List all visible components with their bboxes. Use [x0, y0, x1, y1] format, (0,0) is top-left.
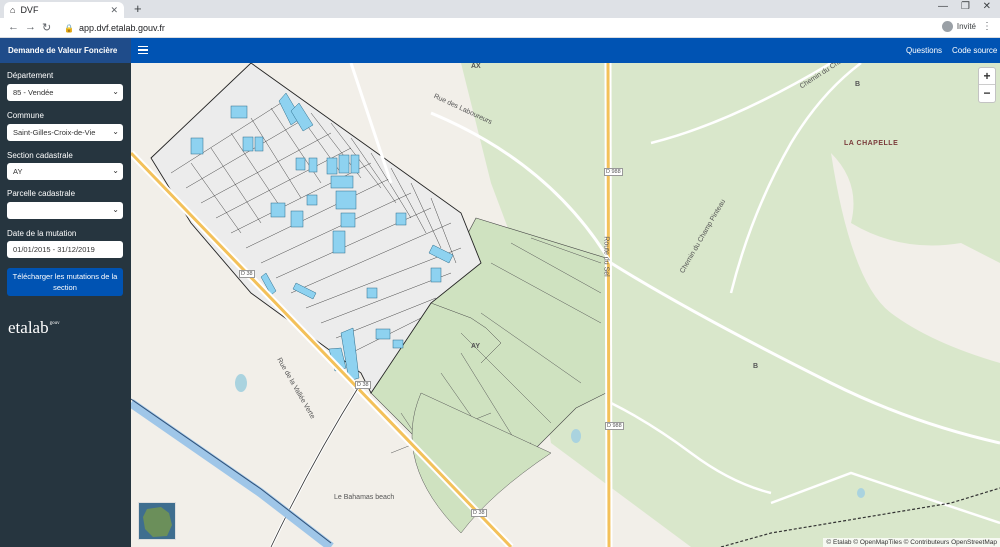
road-shield-d38-left: D 38 — [239, 270, 255, 278]
commune-select[interactable]: Saint-Gilles-Croix-de-Vie ⌄ — [7, 124, 123, 141]
restore-icon[interactable]: ❐ — [961, 1, 970, 12]
date-range-field[interactable]: 01/01/2015 - 31/12/2019 — [7, 241, 123, 258]
new-tab-button[interactable]: + — [134, 2, 142, 16]
date-label: Date de la mutation — [7, 229, 77, 238]
lock-icon: 🔒 — [64, 23, 74, 33]
url-field[interactable]: 🔒 app.dvf.etalab.gouv.fr — [58, 20, 928, 36]
section-label: Section cadastrale — [7, 151, 73, 160]
app-header: Demande de Valeur Foncière Questions Cod… — [0, 38, 1000, 63]
map-tiles — [131, 63, 1000, 547]
zoom-control: + − — [978, 67, 996, 103]
chevron-down-icon: ⌄ — [112, 127, 119, 136]
road-shield-d988-top: D 988 — [604, 168, 623, 176]
profile-button[interactable]: Invité — [941, 21, 976, 32]
commune-label: Commune — [7, 111, 44, 120]
place-label-la-chapelle: LA CHAPELLE — [844, 140, 899, 147]
map-canvas[interactable]: AX AY B B LA CHAPELLE D 988 D 988 D 38 D… — [131, 63, 1000, 547]
road-shield-d38-mid: D 38 — [355, 381, 371, 389]
section-select[interactable]: AY ⌄ — [7, 163, 123, 180]
close-icon[interactable]: ✕ — [110, 5, 118, 16]
forward-icon[interactable]: → — [25, 21, 36, 33]
parcelle-label: Parcelle cadastrale — [7, 189, 76, 198]
section-label-b-top: B — [855, 81, 861, 88]
brand-title[interactable]: Demande de Valeur Foncière — [0, 38, 131, 63]
section-label-ay: AY — [471, 343, 481, 350]
browser-tab[interactable]: ⌂ DVF ✕ — [4, 2, 124, 18]
window-close-icon[interactable]: ✕ — [983, 1, 991, 12]
poi-label-bahamas: Le Bahamas beach — [334, 494, 395, 501]
sidebar: Département 85 - Vendée ⌄ Commune Saint-… — [0, 63, 131, 547]
departement-select[interactable]: 85 - Vendée ⌄ — [7, 84, 123, 101]
section-value: AY — [13, 167, 23, 176]
departement-label: Département — [7, 71, 54, 80]
chevron-down-icon: ⌄ — [112, 205, 119, 214]
departement-value: 85 - Vendée — [13, 88, 54, 97]
url-text: app.dvf.etalab.gouv.fr — [78, 23, 165, 33]
back-icon[interactable]: ← — [8, 21, 19, 33]
profile-label: Invité — [956, 22, 976, 31]
zoom-in-button[interactable]: + — [979, 68, 995, 85]
minimize-icon[interactable]: — — [938, 1, 948, 12]
home-icon: ⌂ — [10, 5, 16, 15]
road-label-route-sel: Route du Sel — [602, 236, 610, 277]
source-code-link[interactable]: Code source — [952, 38, 997, 63]
road-shield-d988-bottom: D 988 — [605, 422, 624, 430]
minimap-thumbnail[interactable] — [138, 502, 176, 540]
chevron-down-icon: ⌄ — [112, 87, 119, 96]
map-attribution[interactable]: © Etalab © OpenMapTiles © Contributeurs … — [823, 538, 1000, 547]
address-bar: ← → ↻ 🔒 app.dvf.etalab.gouv.fr Invité ⋮ — [0, 18, 1000, 38]
section-label-b-mid: B — [753, 363, 759, 370]
hamburger-menu-icon[interactable] — [138, 44, 148, 56]
road-shield-d38-bottom: D 38 — [471, 509, 487, 517]
chevron-down-icon: ⌄ — [112, 166, 119, 175]
tab-title: DVF — [20, 5, 39, 15]
questions-link[interactable]: Questions — [906, 38, 942, 63]
section-label-ax: AX — [471, 63, 481, 70]
etalab-logo[interactable]: etalabgouv — [8, 318, 60, 338]
download-mutations-button[interactable]: Télécharger les mutations de la section — [7, 268, 123, 296]
reload-icon[interactable]: ↻ — [42, 21, 51, 34]
browser-tabbar: ⌂ DVF ✕ + — ❐ ✕ — [0, 0, 1000, 18]
commune-value: Saint-Gilles-Croix-de-Vie — [13, 128, 96, 137]
france-map-icon — [143, 507, 172, 537]
avatar-icon — [941, 21, 953, 32]
more-icon[interactable]: ⋮ — [982, 21, 992, 32]
parcelle-select[interactable]: ⌄ — [7, 202, 123, 219]
date-range-value: 01/01/2015 - 31/12/2019 — [13, 245, 95, 254]
zoom-out-button[interactable]: − — [979, 85, 995, 102]
